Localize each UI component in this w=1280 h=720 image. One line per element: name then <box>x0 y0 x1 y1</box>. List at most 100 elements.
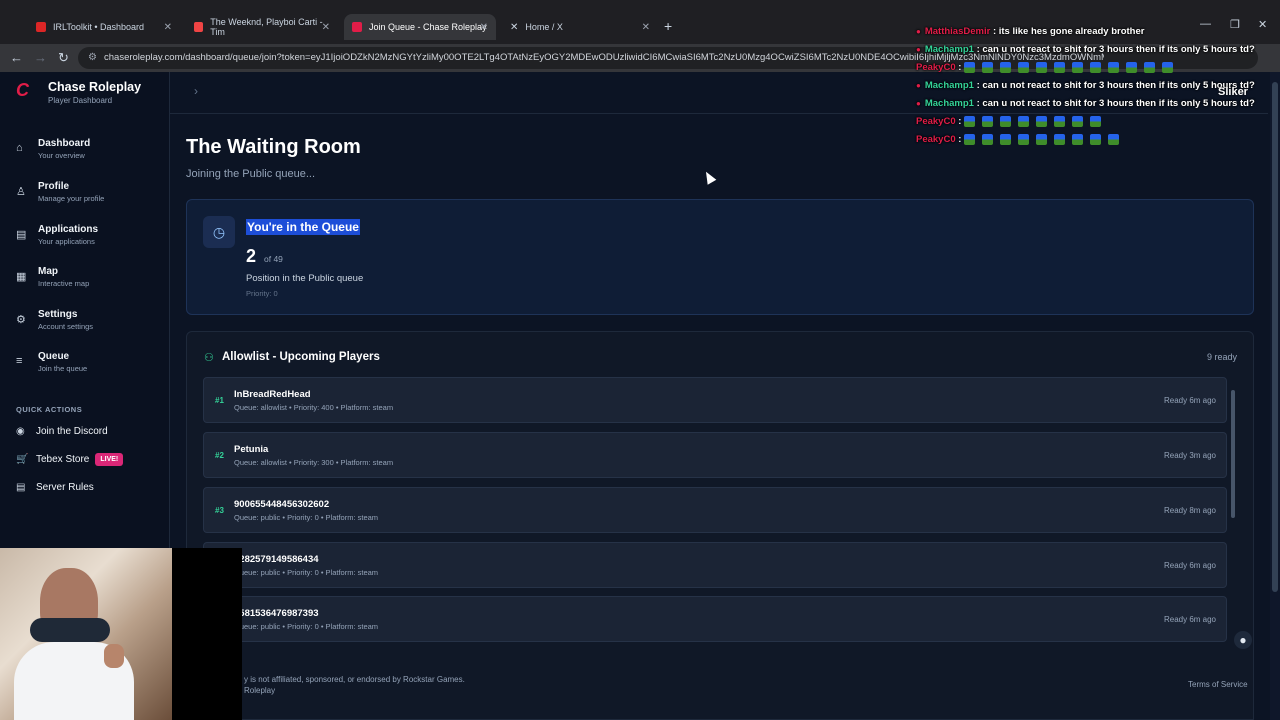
reload-icon[interactable]: ↻ <box>58 50 69 66</box>
chat-user: Machamp1 <box>924 80 974 91</box>
row-rank: #1 <box>215 396 224 405</box>
chat-message: : <box>958 116 962 128</box>
chat-badge-icon: ● <box>916 27 921 36</box>
minimize-icon[interactable]: — <box>1200 18 1211 30</box>
player-name: 900655448456302602 <box>234 499 330 510</box>
sidebar-item-sub: Manage your profile <box>38 194 105 203</box>
emote-icon <box>964 62 976 73</box>
chat-user: PeakyC0 <box>916 116 956 128</box>
footer-brand: Roleplay <box>244 686 276 695</box>
player-meta: Queue: allowlist • Priority: 300 • Platf… <box>234 458 394 467</box>
chat-line: PeakyC0 : <box>916 116 1108 127</box>
close-icon[interactable]: ✕ <box>480 22 488 33</box>
emote-icon <box>1072 116 1084 127</box>
footer-disclaimer: y is not affiliated, sponsored, or endor… <box>244 675 465 684</box>
maximize-icon[interactable]: ❐ <box>1230 18 1240 31</box>
sidebar-item-map[interactable]: ▦ Map Interactive map <box>16 266 89 288</box>
new-tab-icon[interactable]: + <box>664 18 672 34</box>
emote-icon <box>1108 134 1120 145</box>
row-rank: #2 <box>215 451 224 460</box>
sidebar-item-label: Profile <box>38 181 70 192</box>
chat-badge-icon: ● <box>916 99 921 108</box>
close-icon[interactable]: ✕ <box>642 22 650 33</box>
gear-icon: ⚙ <box>16 314 26 326</box>
rules-icon: ▤ <box>16 482 26 493</box>
sidebar-item-sub: Your overview <box>38 151 85 160</box>
tab-youtube[interactable]: The Weeknd, Playboi Carti - Tim ✕ <box>186 14 338 40</box>
sidebar-item-label: Queue <box>38 351 70 362</box>
chat-message: : can u not react to shit for 3 hours th… <box>976 98 1255 109</box>
forward-icon[interactable]: → <box>34 50 47 65</box>
quick-actions-heading: QUICK ACTIONS <box>16 405 83 414</box>
quick-action-discord[interactable]: ◉ Join the Discord <box>16 426 108 437</box>
emote-icon <box>1126 62 1138 73</box>
table-row[interactable]: #3 900655448456302602 Queue: public • Pr… <box>203 487 1227 533</box>
sidebar-item-queue[interactable]: ≡ Queue Join the queue <box>16 351 87 373</box>
clock-icon: ◷ <box>203 216 235 248</box>
overlay-name: Sliker <box>1218 86 1248 98</box>
close-icon[interactable]: ✕ <box>322 22 330 33</box>
queue-status-card: ◷ You're in the Queue 2 of 49 Position i… <box>186 199 1254 315</box>
chat-line: ● MatthiasDemir : its like hes gone alrea… <box>916 26 1144 37</box>
emote-icon <box>1054 134 1066 145</box>
sidebar-item-applications[interactable]: ▤ Applications Your applications <box>16 224 98 246</box>
chat-user: Machamp1 <box>924 98 974 109</box>
chase-favicon-icon <box>352 22 362 32</box>
emote-icon <box>1090 62 1102 73</box>
ready-time: Ready 6m ago <box>1163 396 1216 405</box>
queue-description: Position in the Public queue <box>246 273 364 284</box>
tab-irltoolkit[interactable]: IRLToolkit • Dashboard ✕ <box>28 14 180 40</box>
chat-line: ● Machamp1 : can u not react to shit for … <box>916 98 1255 109</box>
player-meta: Queue: public • Priority: 0 • Platform: … <box>234 622 379 631</box>
chase-logo-icon: C <box>16 80 29 100</box>
table-row[interactable]: 1581536476987393 Queue: public • Priorit… <box>203 596 1227 642</box>
terms-link[interactable]: Terms of Service <box>1188 680 1248 689</box>
chat-line: ● Machamp1 : can u not react to shit for … <box>916 44 1255 55</box>
cookie-icon[interactable]: ● <box>1234 631 1252 649</box>
chat-badge-icon: ● <box>916 81 921 90</box>
brand-subtitle: Player Dashboard <box>48 96 113 105</box>
page-scrollbar[interactable] <box>1270 72 1280 720</box>
sidebar-item-label: Dashboard <box>38 138 91 149</box>
chat-message: : <box>958 62 962 74</box>
webcam-feed-collar <box>30 618 110 642</box>
close-icon[interactable]: ✕ <box>164 22 172 33</box>
emote-icon <box>1036 116 1048 127</box>
site-info-icon[interactable]: ⚙ <box>88 52 97 63</box>
sidebar-item-settings[interactable]: ⚙ Settings Account settings <box>16 309 93 331</box>
sidebar-item-sub: Your applications <box>38 237 95 246</box>
tab-join-queue[interactable]: Join Queue - Chase Roleplay ✕ <box>344 14 496 40</box>
back-icon[interactable]: ← <box>10 50 23 65</box>
emote-icon <box>1036 134 1048 145</box>
scrollbar-thumb[interactable] <box>1272 82 1278 592</box>
sidebar-item-label: Applications <box>38 224 99 235</box>
quick-action-tebex[interactable]: 🛒 Tebex Store LIVE! <box>16 453 124 466</box>
chat-message: : can u not react to shit for 3 hours th… <box>976 44 1255 55</box>
emote-icon <box>1072 134 1084 145</box>
sidebar-item-dashboard[interactable]: ⌂ Dashboard Your overview <box>16 138 90 160</box>
table-row[interactable]: 4282579149586434 Queue: public • Priorit… <box>203 542 1227 588</box>
emote-icon <box>1000 62 1012 73</box>
table-row[interactable]: #1 InBreadRedHead Queue: allowlist • Pri… <box>203 377 1227 423</box>
browser-tab-bar: IRLToolkit • Dashboard ✕ The Weeknd, Pla… <box>0 0 1280 44</box>
sidebar-item-profile[interactable]: ♙ Profile Manage your profile <box>16 181 104 203</box>
chevron-right-icon[interactable]: › <box>194 84 198 98</box>
chat-message: : can u not react to shit for 3 hours th… <box>976 80 1255 91</box>
quick-action-rules[interactable]: ▤ Server Rules <box>16 482 94 493</box>
ready-time: Ready 8m ago <box>1163 506 1216 515</box>
table-row[interactable]: #2 Petunia Queue: allowlist • Priority: … <box>203 432 1227 478</box>
sidebar-item-label: Settings <box>38 309 78 320</box>
window-close-icon[interactable]: ✕ <box>1258 18 1267 31</box>
user-icon: ♙ <box>16 186 26 198</box>
tab-x-home[interactable]: ✕ Home / X ✕ <box>502 14 658 40</box>
list-scrollbar[interactable] <box>1230 380 1236 640</box>
scrollbar-thumb[interactable] <box>1231 390 1235 518</box>
quick-action-label: Tebex Store <box>36 454 90 465</box>
player-name: Petunia <box>234 444 269 455</box>
webcam-feed-hand <box>104 644 124 668</box>
chat-user: PeakyC0 <box>916 134 956 146</box>
allowlist-card: ⚇ Allowlist - Upcoming Players 9 ready #… <box>186 331 1254 720</box>
document-icon: ▤ <box>16 229 27 241</box>
ready-time: Ready 3m ago <box>1163 451 1216 460</box>
brand[interactable]: C Chase Roleplay Player Dashboard <box>16 80 141 105</box>
